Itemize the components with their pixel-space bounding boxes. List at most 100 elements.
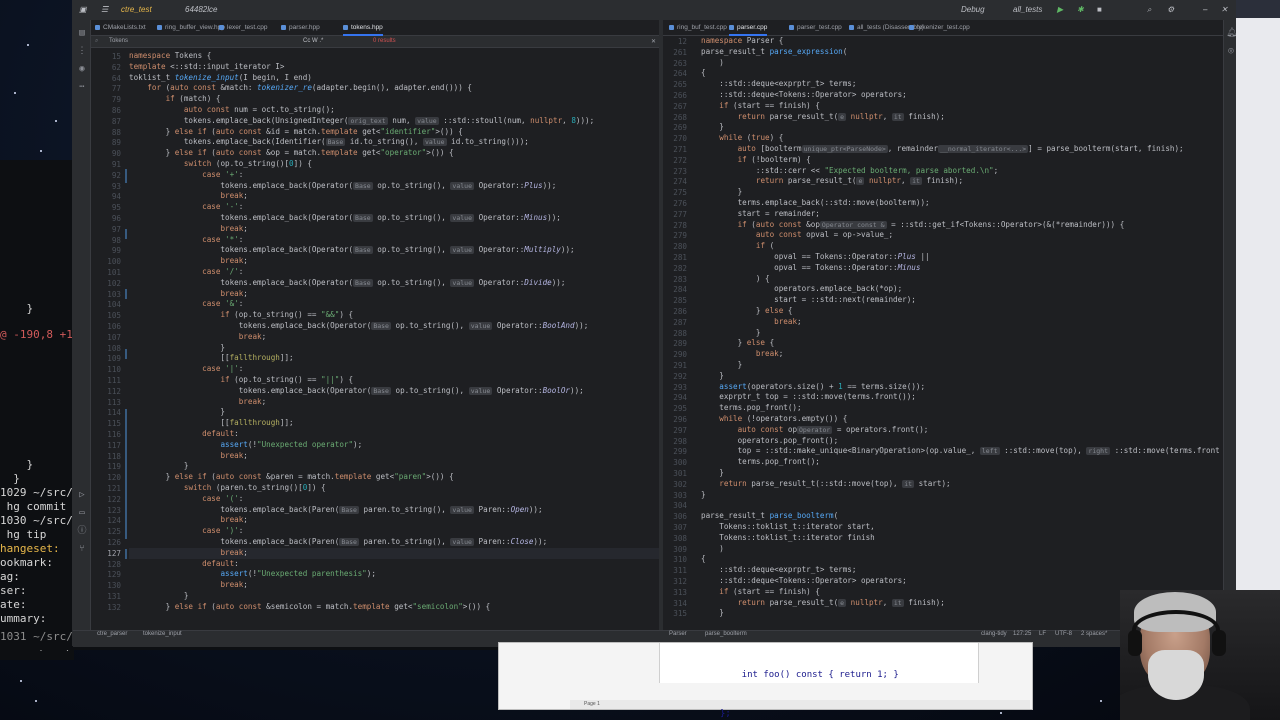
status-indent[interactable]: 2 spaces*: [1081, 631, 1107, 637]
code-line[interactable]: default:: [129, 429, 239, 440]
code-line[interactable]: }: [129, 591, 189, 602]
code-line[interactable]: if (start == finish) {: [701, 587, 820, 598]
code-line[interactable]: break;: [129, 451, 247, 462]
code-line[interactable]: opval == Tokens::Operator::Minus: [701, 263, 920, 274]
code-line[interactable]: auto [boolterm unique_ptr<ParseNode>, rem…: [701, 144, 1184, 155]
editor-tab[interactable]: lexer_test.cpp: [219, 20, 267, 36]
code-line[interactable]: tokens.emplace_back(Operator(Base op.to_…: [129, 386, 584, 397]
status-caret-position[interactable]: 127:25: [1013, 631, 1031, 637]
code-line[interactable]: }: [129, 343, 225, 354]
code-line[interactable]: top = ::std::make_unique<BinaryOperation…: [701, 446, 1219, 457]
code-line[interactable]: break;: [129, 332, 266, 343]
code-line[interactable]: tokens.emplace_back(Operator(Base op.to_…: [129, 181, 556, 192]
code-line[interactable]: operators.pop_front();: [701, 436, 839, 447]
code-line[interactable]: assert(!"Unexpected parenthesis");: [129, 569, 375, 580]
code-line[interactable]: break;: [129, 256, 247, 267]
code-line[interactable]: Tokens::toklist_t::iterator finish: [701, 533, 874, 544]
code-line[interactable]: break;: [129, 547, 659, 559]
status-line-ending[interactable]: LF: [1039, 631, 1046, 637]
code-line[interactable]: if (op.to_string() == "&&") {: [129, 310, 353, 321]
code-line[interactable]: break;: [129, 515, 247, 526]
code-line[interactable]: case '(':: [129, 494, 243, 505]
code-line[interactable]: }: [701, 122, 724, 133]
code-line[interactable]: if (op.to_string() == "||") {: [129, 375, 353, 386]
right-code-area[interactable]: namespace Parser {parse_result_t parse_e…: [701, 36, 1219, 622]
code-line[interactable]: return parse_result_t(e nullptr, it fini…: [701, 112, 945, 123]
code-line[interactable]: tokens.emplace_back(UnsignedInteger(orig…: [129, 116, 594, 127]
run-tool-icon[interactable]: ▷: [77, 490, 87, 500]
code-line[interactable]: auto const op Operator = operators.front(…: [701, 425, 928, 436]
code-line[interactable]: if (start == finish) {: [701, 101, 820, 112]
code-line[interactable]: } else {: [701, 306, 793, 317]
code-line[interactable]: if (match) {: [129, 94, 221, 105]
editor-tab[interactable]: tokens.hpp: [343, 20, 383, 36]
code-line[interactable]: namespace Parser {: [701, 36, 783, 47]
code-line[interactable]: }: [701, 490, 706, 501]
code-line[interactable]: switch (op.to_string()[0]) {: [129, 159, 312, 170]
browser-tab-strip[interactable]: [1236, 0, 1280, 18]
left-breadcrumb-1[interactable]: ctre_parser: [97, 631, 127, 637]
code-line[interactable]: tokens.emplace_back(Operator(Base op.to_…: [129, 213, 561, 224]
code-line[interactable]: if (: [701, 241, 774, 252]
terminal-window[interactable]: } @ -190,8 +19 } } 1029 ~/src/c hg commit …: [0, 160, 74, 660]
code-line[interactable]: break;: [129, 580, 247, 591]
git-tool-icon[interactable]: ⑂: [77, 544, 87, 554]
status-encoding[interactable]: UTF-8: [1055, 631, 1072, 637]
code-line[interactable]: break;: [701, 317, 801, 328]
code-line[interactable]: for (auto const &match: tokenizer_re(ada…: [129, 83, 472, 94]
more-tools-icon[interactable]: ⋯: [77, 82, 87, 92]
code-line[interactable]: tokens.emplace_back(Operator(Base op.to_…: [129, 278, 565, 289]
run-icon[interactable]: ▶: [1057, 5, 1063, 14]
code-line[interactable]: exprptr_t top = ::std::move(terms.front(…: [701, 392, 916, 403]
code-line[interactable]: parse_result_t parse_expression(: [701, 47, 847, 58]
settings-gear-icon[interactable]: ⚙: [1167, 5, 1174, 14]
code-line[interactable]: assert(operators.size() + 1 == terms.siz…: [701, 382, 925, 393]
code-line[interactable]: break;: [129, 289, 247, 300]
commit-tool-icon[interactable]: ◉: [77, 64, 87, 74]
code-line[interactable]: } else if (auto const &paren = match.tem…: [129, 472, 454, 483]
code-line[interactable]: opval == Tokens::Operator::Plus ||: [701, 252, 929, 263]
code-line[interactable]: start = ::std::next(remainder);: [701, 295, 916, 306]
left-breadcrumb-2[interactable]: tokenize_input: [143, 631, 182, 637]
code-line[interactable]: }: [129, 461, 189, 472]
editor-tab[interactable]: CMakeLists.txt: [95, 20, 146, 36]
editor-tab[interactable]: ring_buffer_view.hpp: [157, 20, 225, 36]
code-line[interactable]: [[fallthrough]];: [129, 353, 293, 364]
code-line[interactable]: }: [701, 468, 724, 479]
search-icon[interactable]: ⌕: [1147, 5, 1151, 15]
code-line[interactable]: terms.pop_front();: [701, 457, 820, 468]
minimize-icon[interactable]: –: [1203, 5, 1207, 14]
code-line[interactable]: return parse_result_t(::std::move(top), …: [701, 479, 951, 490]
code-line[interactable]: } else if (auto const &id = match.templa…: [129, 127, 463, 138]
code-line[interactable]: while (!operators.empty()) {: [701, 414, 847, 425]
editor-tab[interactable]: parser_test.cpp: [789, 20, 842, 36]
code-line[interactable]: terms.pop_front();: [701, 403, 801, 414]
code-line[interactable]: ::std::deque<Tokens::Operator> operators…: [701, 576, 906, 587]
project-selector[interactable]: ctre_test: [121, 5, 152, 14]
code-line[interactable]: toklist_t tokenize_input(I begin, I end): [129, 73, 312, 84]
find-options[interactable]: Cc W .*: [303, 38, 323, 44]
close-find-icon[interactable]: ✕: [651, 38, 656, 45]
close-icon[interactable]: ✕: [1221, 5, 1228, 14]
database-icon[interactable]: ◎: [1226, 46, 1236, 56]
left-editor-pane[interactable]: 15 62 64 77 79 86 87 88 89 90 91 92 93 94 95 96 97 98 99 10…: [91, 49, 659, 622]
editor-tab[interactable]: parser.cpp: [729, 20, 768, 36]
code-line[interactable]: } else {: [701, 338, 775, 349]
code-line[interactable]: case '-':: [129, 202, 243, 213]
code-line[interactable]: case '*':: [129, 235, 243, 246]
right-breadcrumb-1[interactable]: Parser: [669, 631, 687, 637]
right-editor-pane[interactable]: 12 261 263 264 265 266 267 268 269 270 271 272 273 27…: [663, 36, 1219, 622]
run-config-selector[interactable]: Debug: [961, 5, 985, 14]
code-line[interactable]: case '+':: [129, 170, 243, 181]
run-target-selector[interactable]: all_tests: [1013, 5, 1042, 14]
menu-icon[interactable]: ☰: [101, 5, 108, 14]
code-line[interactable]: if (auto const &op Operator const & = ::s…: [701, 220, 1124, 231]
find-input[interactable]: Tokens: [109, 38, 128, 44]
status-linter[interactable]: clang-tidy: [981, 631, 1007, 637]
code-line[interactable]: }: [129, 407, 225, 418]
code-line[interactable]: case '&':: [129, 299, 243, 310]
code-line[interactable]: {: [701, 68, 706, 79]
code-line[interactable]: break;: [129, 224, 247, 235]
notifications-icon[interactable]: 🔔︎: [1226, 28, 1237, 38]
code-line[interactable]: auto const opval = op->value_;: [701, 230, 893, 241]
